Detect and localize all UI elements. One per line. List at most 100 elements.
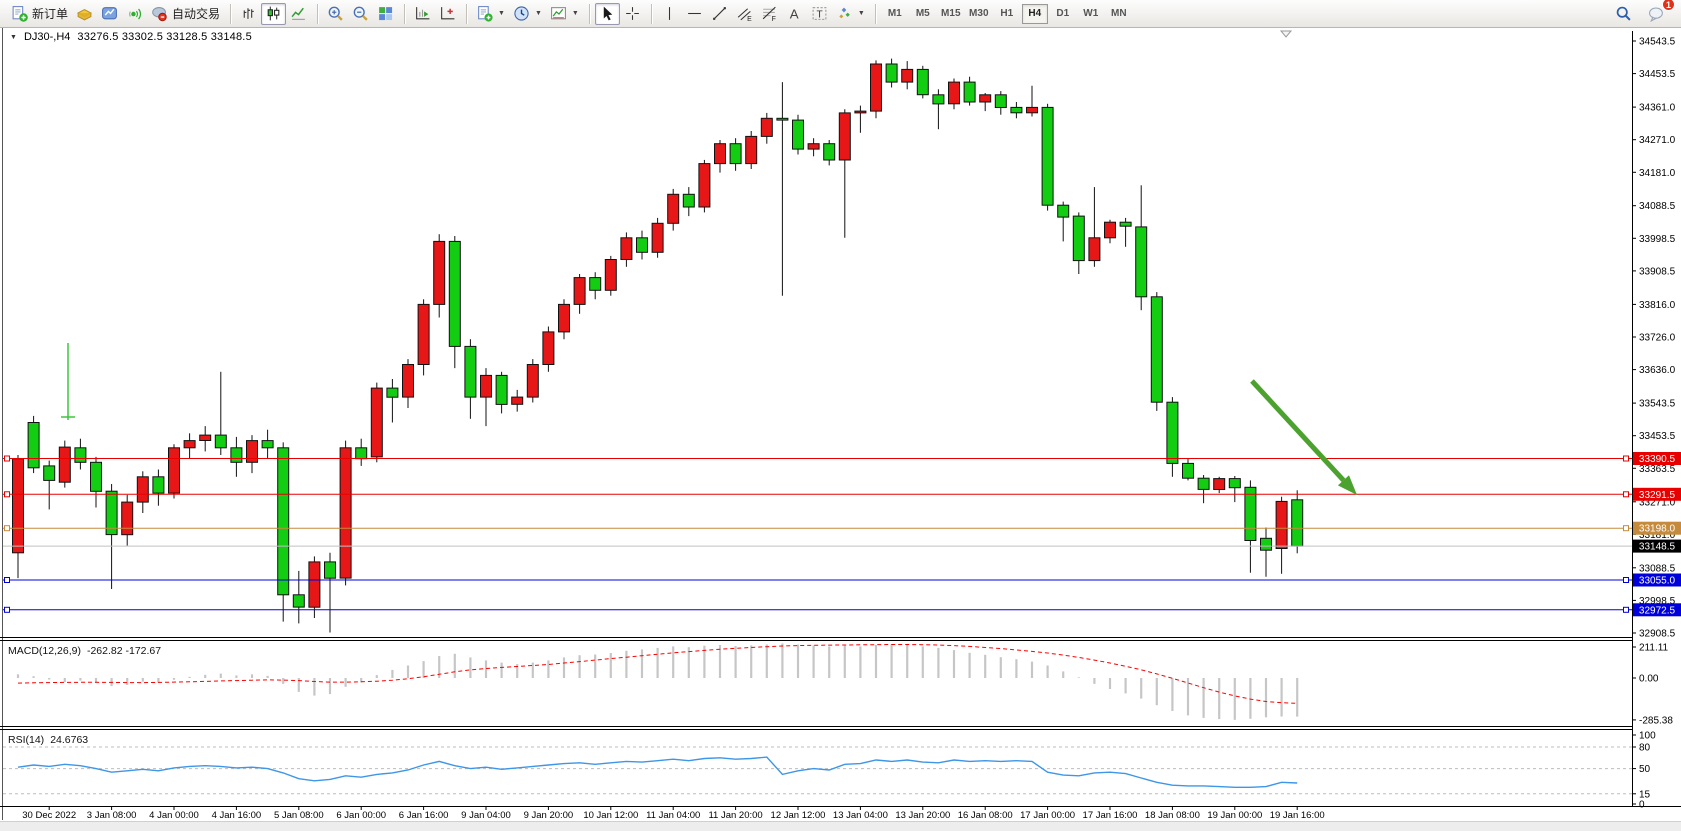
candle-body bbox=[247, 441, 258, 463]
time-axis-label: 12 Jan 12:00 bbox=[771, 810, 826, 821]
line-handle[interactable] bbox=[1624, 456, 1629, 461]
line-handle[interactable] bbox=[5, 607, 10, 612]
line-handle[interactable] bbox=[1624, 492, 1629, 497]
line-handle[interactable] bbox=[1624, 607, 1629, 612]
timeframe-m15[interactable]: M15 bbox=[938, 4, 964, 24]
time-axis-label: 16 Jan 08:00 bbox=[958, 810, 1013, 821]
auto-trading-icon bbox=[151, 5, 168, 22]
chart-dropdown-icon[interactable]: ▼ bbox=[10, 34, 17, 41]
cursor-icon bbox=[599, 5, 616, 22]
timeframe-mn[interactable]: MN bbox=[1106, 4, 1132, 24]
candle-body bbox=[1089, 238, 1100, 261]
candle-body bbox=[1011, 107, 1022, 112]
candle-body bbox=[964, 82, 975, 102]
periods-button[interactable]: ▼ bbox=[509, 3, 546, 25]
chart-header[interactable]: ▼ DJ30-,H4 33276.5 33302.5 33128.5 33148… bbox=[10, 31, 252, 43]
zoom-in-button[interactable] bbox=[323, 3, 348, 25]
shapes-icon bbox=[836, 5, 853, 22]
rsi-axis-tick: 50 bbox=[1639, 764, 1651, 775]
candle-body bbox=[1136, 227, 1147, 297]
price-badge: 33390.5 bbox=[1633, 452, 1681, 465]
market-button[interactable] bbox=[72, 3, 97, 25]
candle-body bbox=[293, 595, 304, 607]
zoom-out-button[interactable] bbox=[348, 3, 373, 25]
line-handle[interactable] bbox=[1624, 526, 1629, 531]
chevron-down-icon: ▼ bbox=[535, 10, 542, 17]
price-axis-tick: 34088.5 bbox=[1639, 201, 1676, 212]
signals-button[interactable] bbox=[122, 3, 147, 25]
timeframe-d1[interactable]: D1 bbox=[1050, 4, 1076, 24]
price-axis-tick: 33908.5 bbox=[1639, 266, 1676, 277]
time-axis-label: 11 Jan 20:00 bbox=[708, 810, 762, 821]
text-button[interactable]: A bbox=[782, 3, 807, 25]
profile-button[interactable] bbox=[97, 3, 122, 25]
svg-text:33148.5: 33148.5 bbox=[1639, 542, 1676, 553]
cursor-button[interactable] bbox=[595, 3, 620, 25]
candle-body bbox=[574, 278, 585, 305]
price-axis-tick: 33726.0 bbox=[1639, 333, 1676, 344]
candle-body bbox=[1105, 222, 1116, 238]
text-label-button[interactable]: T bbox=[807, 3, 832, 25]
auto-arrange-button[interactable] bbox=[410, 3, 435, 25]
new-order-button[interactable]: 新订单 bbox=[7, 3, 72, 25]
candle-body bbox=[44, 466, 55, 481]
chart-canvas[interactable]: 34543.534453.534361.034271.034181.034088… bbox=[0, 28, 1681, 831]
svg-text:33198.0: 33198.0 bbox=[1639, 524, 1676, 535]
chart-shift-button[interactable] bbox=[435, 3, 460, 25]
time-axis-label: 4 Jan 00:00 bbox=[149, 810, 199, 821]
candle-body bbox=[527, 365, 538, 398]
candle-body bbox=[371, 388, 382, 457]
timeframe-m1[interactable]: M1 bbox=[882, 4, 908, 24]
price-axis-tick: 33998.5 bbox=[1639, 234, 1676, 245]
timeframe-h4[interactable]: H4 bbox=[1022, 4, 1048, 24]
horizontal-line-icon bbox=[686, 5, 703, 22]
vertical-line-button[interactable] bbox=[657, 3, 682, 25]
templates-button[interactable]: ▼ bbox=[546, 3, 583, 25]
candle-body bbox=[621, 238, 632, 260]
line-handle[interactable] bbox=[5, 526, 10, 531]
crosshair-button[interactable] bbox=[620, 3, 645, 25]
time-axis-label: 6 Jan 00:00 bbox=[336, 810, 386, 821]
search-button[interactable] bbox=[1611, 3, 1636, 25]
indicators-button[interactable]: ▼ bbox=[472, 3, 509, 25]
market-icon bbox=[76, 5, 93, 22]
line-handle[interactable] bbox=[5, 492, 10, 497]
candle-body bbox=[886, 64, 897, 82]
time-axis-label: 19 Jan 16:00 bbox=[1270, 810, 1325, 821]
horizontal-line-button[interactable] bbox=[682, 3, 707, 25]
timeframe-toolbar: M1M5M15M30H1H4D1W1MN bbox=[872, 0, 1136, 28]
auto-trading-button[interactable]: 自动交易 bbox=[147, 3, 224, 25]
line-handle[interactable] bbox=[5, 456, 10, 461]
bar-chart-button[interactable] bbox=[236, 3, 261, 25]
candle-body bbox=[902, 69, 913, 82]
line-handle[interactable] bbox=[5, 578, 10, 583]
candlestick-button[interactable] bbox=[261, 3, 286, 25]
line-handle[interactable] bbox=[1624, 578, 1629, 583]
toolbar-group bbox=[401, 0, 463, 28]
tile-windows-icon bbox=[377, 5, 394, 22]
candle-body bbox=[730, 144, 741, 164]
svg-text:33291.5: 33291.5 bbox=[1639, 490, 1676, 501]
equidistant-channel-button[interactable]: E bbox=[732, 3, 757, 25]
candle-body bbox=[871, 64, 882, 111]
indicators-icon bbox=[476, 5, 493, 22]
tile-windows-button[interactable] bbox=[373, 3, 398, 25]
candle-body bbox=[481, 375, 492, 397]
candle-body bbox=[512, 397, 523, 404]
timeframe-w1[interactable]: W1 bbox=[1078, 4, 1104, 24]
macd-axis-tick: 211.11 bbox=[1639, 643, 1669, 654]
line-chart-button[interactable] bbox=[286, 3, 311, 25]
timeframe-m30[interactable]: M30 bbox=[966, 4, 992, 24]
shapes-button[interactable]: ▼ bbox=[832, 3, 869, 25]
time-axis-label: 9 Jan 20:00 bbox=[524, 810, 574, 821]
trendline-button[interactable] bbox=[707, 3, 732, 25]
notification-badge: 1 bbox=[1662, 0, 1675, 11]
notifications-button[interactable]: 1 bbox=[1644, 3, 1669, 25]
rsi-label: RSI(14)24.6763 bbox=[8, 734, 88, 746]
candle-body bbox=[1027, 107, 1038, 112]
fibonacci-button[interactable]: F bbox=[757, 3, 782, 25]
price-axis-tick: 33636.0 bbox=[1639, 365, 1676, 376]
timeframe-m5[interactable]: M5 bbox=[910, 4, 936, 24]
timeframe-h1[interactable]: H1 bbox=[994, 4, 1020, 24]
candle-body bbox=[387, 388, 398, 397]
